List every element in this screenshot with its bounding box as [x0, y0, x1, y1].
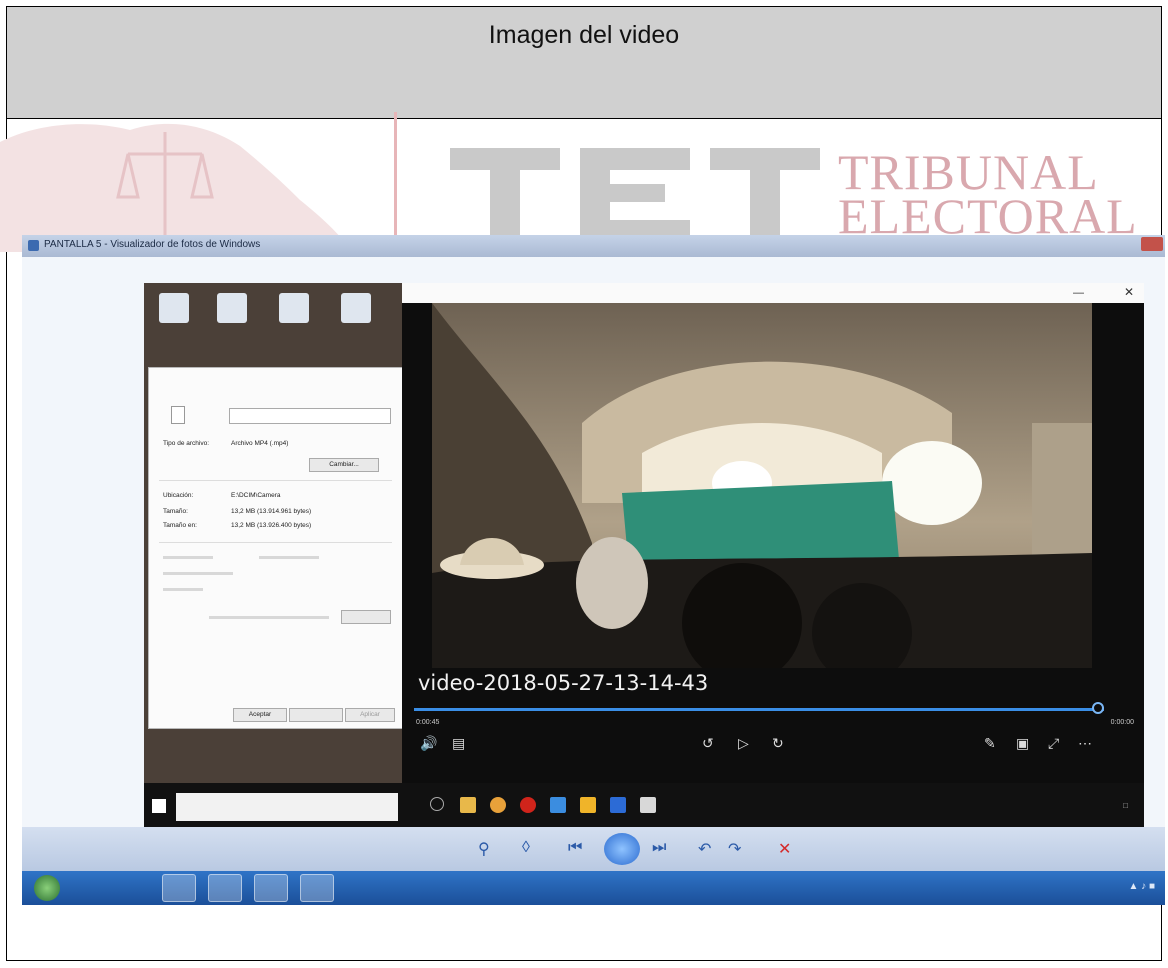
media-player-icon[interactable] — [118, 874, 152, 902]
minimize-icon[interactable]: — — [1073, 287, 1084, 299]
subtitles-icon[interactable]: ▤ — [452, 735, 465, 752]
file-type-label: Tipo de archivo: — [163, 440, 210, 447]
close-icon[interactable]: ✕ — [1124, 285, 1134, 299]
pen-icon[interactable]: ✎ — [984, 735, 996, 752]
elapsed-time: 0:00:45 — [416, 719, 440, 726]
close-icon[interactable] — [1141, 237, 1163, 251]
desktop-icon[interactable] — [334, 293, 378, 353]
disk-size-label: Tamaño en: — [163, 522, 197, 529]
rewind-icon[interactable]: ↺ — [702, 735, 714, 752]
ie-icon[interactable] — [76, 874, 110, 902]
accept-button[interactable]: Aceptar — [233, 708, 287, 722]
fullscreen-icon[interactable]: ⤢ — [1048, 735, 1059, 752]
watermark-map-logo — [0, 123, 352, 252]
video-caption: video-2018-05-27-13-14-43 — [418, 671, 709, 695]
movies-icon[interactable] — [640, 797, 656, 813]
cancel-button[interactable] — [289, 708, 343, 722]
store-icon[interactable] — [610, 797, 626, 813]
document-icon — [341, 293, 371, 323]
windows-start-icon[interactable] — [152, 799, 166, 813]
player-titlebar[interactable]: — ✕ — [402, 283, 1144, 303]
video-frame[interactable] — [432, 303, 1092, 668]
more-icon[interactable]: ⋯ — [1078, 735, 1092, 752]
size-value: 13,2 MB (13.914.961 bytes) — [231, 508, 312, 515]
play-icon[interactable]: ▷ — [738, 735, 749, 752]
sticky-notes-icon[interactable] — [580, 797, 596, 813]
windows10-taskbar: □ — [144, 783, 1144, 831]
chrome-icon[interactable] — [490, 797, 506, 813]
viewer-titlebar[interactable]: PANTALLA 5 - Visualizador de fotos de Wi… — [22, 235, 1165, 257]
document-viewer-icon[interactable] — [254, 874, 288, 902]
divider — [159, 542, 392, 543]
blurred-text — [163, 556, 213, 559]
video-player: — ✕ video-2018-05-27-13-14-43 0:00:45 0:… — [402, 283, 1144, 831]
file-type-value: Archivo MP4 (.mp4) — [231, 440, 289, 447]
file-properties-dialog: Tipo de archivo: Archivo MP4 (.mp4) Camb… — [148, 367, 403, 729]
delete-icon[interactable]: ✕ — [778, 839, 791, 859]
watermark-divider — [394, 112, 397, 252]
change-button[interactable]: Cambiar... — [309, 458, 379, 472]
chrome-icon[interactable] — [208, 874, 242, 902]
desktop-icon[interactable] — [210, 293, 254, 353]
opera-icon[interactable] — [520, 797, 536, 813]
blurred-text — [259, 556, 319, 559]
volume-icon[interactable]: 🔊 — [420, 735, 437, 752]
miniview-icon[interactable]: ▣ — [1016, 735, 1029, 752]
seek-bar[interactable] — [414, 708, 1104, 711]
forward-icon[interactable]: ↻ — [772, 735, 784, 752]
shortcut-icon — [217, 293, 247, 323]
file-icon — [171, 406, 185, 424]
blurred-text — [163, 572, 233, 575]
divider — [159, 480, 392, 481]
watermark-text: TRIBUNAL ELECTORAL — [838, 147, 1138, 244]
location-label: Ubicación: — [163, 492, 194, 499]
taskbar-search-box[interactable] — [176, 793, 398, 821]
total-time: 0:00:00 — [1110, 719, 1134, 726]
task-view-icon[interactable] — [430, 797, 444, 811]
rotate-left-icon[interactable]: ↶ — [698, 839, 711, 859]
windows-start-orb-icon[interactable] — [34, 875, 60, 901]
windows7-taskbar: ▲ ♪ ■ — [22, 871, 1165, 905]
recycle-bin-icon — [159, 293, 189, 323]
photo-viewer-window: PANTALLA 5 - Visualizador de fotos de Wi… — [22, 235, 1165, 905]
captured-screen: Tipo de archivo: Archivo MP4 (.mp4) Camb… — [144, 283, 1144, 831]
watermark-line-2: ELECTORAL — [838, 188, 1138, 244]
photo-viewer-icon[interactable] — [300, 874, 334, 902]
desktop-icon[interactable] — [272, 293, 316, 353]
header-cell: Imagen del video — [7, 7, 1161, 119]
viewer-toolbar: ⚲ ◊ ⏮ ⏭ ↶ ↷ ✕ — [22, 827, 1165, 871]
notification-icon[interactable]: □ — [1123, 801, 1128, 810]
folder-icon[interactable] — [162, 874, 196, 902]
size-label: Tamaño: — [163, 508, 188, 515]
page-title: Imagen del video — [488, 21, 680, 49]
previous-icon[interactable]: ⏮ — [568, 839, 582, 857]
system-tray[interactable]: ▲ ♪ ■ — [1129, 881, 1156, 892]
attributes-select[interactable] — [341, 610, 391, 624]
next-icon[interactable]: ⏭ — [652, 839, 666, 857]
rotate-right-icon[interactable]: ↷ — [728, 839, 741, 859]
location-value: E:\DCIM\Camera — [231, 492, 281, 499]
file-explorer-icon[interactable] — [460, 797, 476, 813]
disk-size-value: 13,2 MB (13.926.400 bytes) — [231, 522, 312, 529]
watermark-tet-logo — [450, 148, 820, 238]
viewer-app-icon — [28, 240, 39, 251]
desktop-background: Tipo de archivo: Archivo MP4 (.mp4) Camb… — [144, 283, 403, 831]
slideshow-icon[interactable] — [604, 833, 640, 865]
apply-button[interactable]: Aplicar — [345, 708, 395, 722]
fit-icon[interactable]: ◊ — [522, 839, 530, 857]
blurred-text — [163, 588, 203, 591]
seek-knob[interactable] — [1092, 702, 1104, 714]
viewer-title: PANTALLA 5 - Visualizador de fotos de Wi… — [44, 239, 261, 250]
zoom-icon[interactable]: ⚲ — [478, 839, 490, 859]
desktop-icon[interactable] — [152, 293, 196, 353]
image-file-icon — [279, 293, 309, 323]
mail-icon[interactable] — [550, 797, 566, 813]
file-name-field[interactable] — [229, 408, 391, 424]
blurred-text — [209, 616, 329, 619]
